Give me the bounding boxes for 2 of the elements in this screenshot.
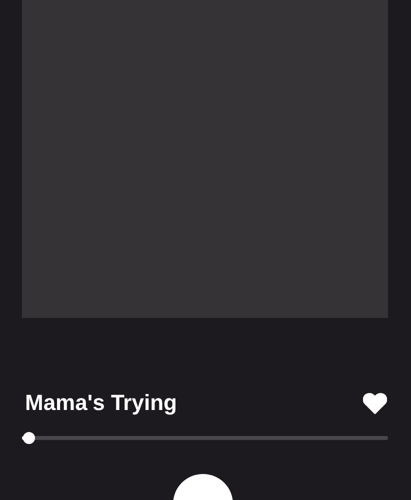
song-title: Mama's Trying [25, 390, 177, 416]
heart-icon[interactable] [363, 392, 387, 414]
